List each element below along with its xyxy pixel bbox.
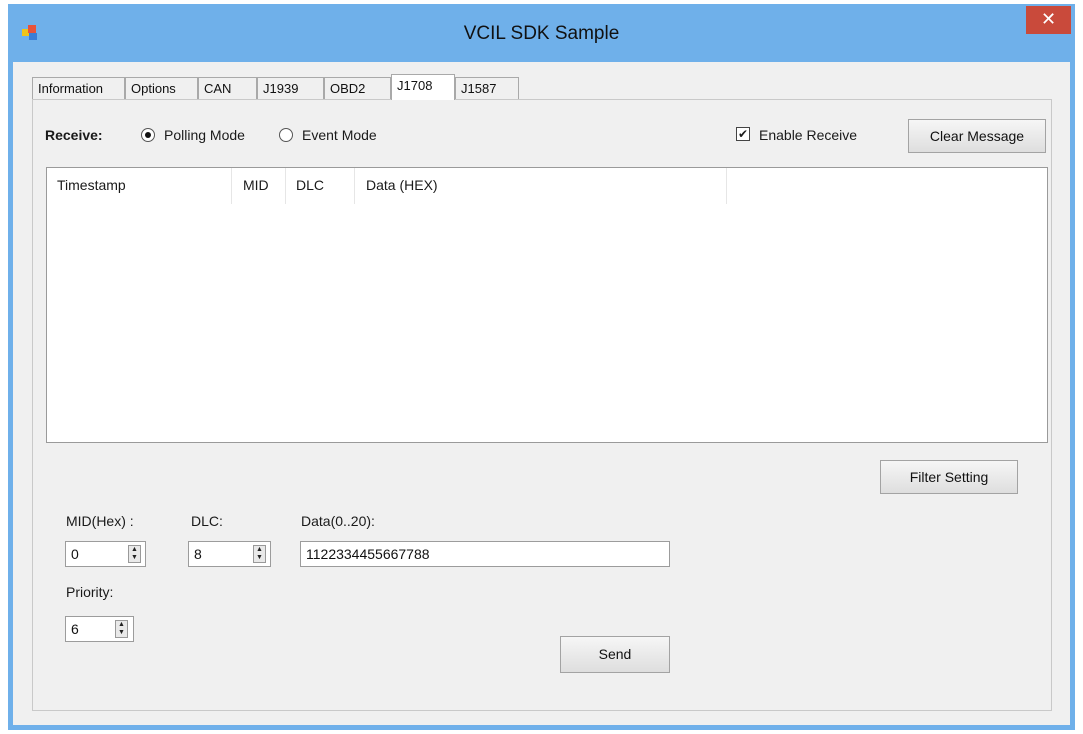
clear-message-button[interactable]: Clear Message — [908, 119, 1046, 153]
dlc-label: DLC: — [191, 513, 223, 529]
spin-down-icon: ▼ — [131, 554, 138, 561]
column-mid[interactable]: MID — [243, 177, 269, 193]
enable-receive-label[interactable]: Enable Receive — [759, 127, 857, 143]
app-window: VCIL SDK Sample ✕ Information Options CA… — [8, 4, 1075, 730]
tab-j1708[interactable]: J1708 — [391, 74, 455, 100]
close-button[interactable]: ✕ — [1026, 6, 1071, 34]
mid-hex-value: 0 — [71, 546, 79, 562]
priority-spin-buttons[interactable]: ▲ ▼ — [115, 620, 128, 638]
column-timestamp[interactable]: Timestamp — [57, 177, 126, 193]
polling-mode-label[interactable]: Polling Mode — [164, 127, 245, 143]
list-header: Timestamp MID DLC Data (HEX) — [47, 168, 1047, 204]
dlc-spin-buttons[interactable]: ▲ ▼ — [253, 545, 266, 563]
priority-label: Priority: — [66, 584, 114, 600]
client-area: Information Options CAN J1939 OBD2 J1708… — [13, 62, 1070, 725]
tab-information[interactable]: Information — [32, 77, 125, 99]
enable-receive-checkbox[interactable]: ✔ — [736, 127, 750, 141]
radio-selected-dot — [145, 132, 151, 138]
tab-obd2[interactable]: OBD2 — [324, 77, 391, 99]
column-separator — [285, 168, 286, 204]
title-bar[interactable]: VCIL SDK Sample ✕ — [8, 4, 1075, 62]
window-title: VCIL SDK Sample — [463, 23, 620, 44]
tab-options[interactable]: Options — [125, 77, 198, 99]
mid-spin-buttons[interactable]: ▲ ▼ — [128, 545, 141, 563]
tab-j1587[interactable]: J1587 — [455, 77, 519, 99]
spin-down-icon: ▼ — [118, 629, 125, 636]
close-icon: ✕ — [1040, 9, 1057, 29]
send-button[interactable]: Send — [560, 636, 670, 673]
column-separator — [354, 168, 355, 204]
spin-up-icon: ▲ — [118, 621, 125, 628]
dlc-value: 8 — [194, 546, 202, 562]
spin-up-icon: ▲ — [131, 546, 138, 553]
column-dlc[interactable]: DLC — [296, 177, 324, 193]
dlc-stepper[interactable]: 8 ▲ ▼ — [188, 541, 271, 567]
tab-j1939[interactable]: J1939 — [257, 77, 324, 99]
spin-up-icon: ▲ — [256, 546, 263, 553]
data-input[interactable]: 1122334455667788 — [300, 541, 670, 567]
event-mode-label[interactable]: Event Mode — [302, 127, 377, 143]
message-list[interactable]: Timestamp MID DLC Data (HEX) — [46, 167, 1048, 443]
priority-stepper[interactable]: 6 ▲ ▼ — [65, 616, 134, 642]
spin-down-icon: ▼ — [256, 554, 263, 561]
column-separator — [231, 168, 232, 204]
column-separator — [726, 168, 727, 204]
checkmark-icon: ✔ — [737, 127, 749, 141]
tab-can[interactable]: CAN — [198, 77, 257, 99]
mid-hex-stepper[interactable]: 0 ▲ ▼ — [65, 541, 146, 567]
data-label: Data(0..20): — [301, 513, 375, 529]
event-mode-radio[interactable] — [279, 128, 293, 142]
filter-setting-button[interactable]: Filter Setting — [880, 460, 1018, 494]
mid-hex-label: MID(Hex) : — [66, 513, 134, 529]
receive-label: Receive: — [45, 127, 103, 143]
column-data-hex[interactable]: Data (HEX) — [366, 177, 438, 193]
priority-value: 6 — [71, 621, 79, 637]
polling-mode-radio[interactable] — [141, 128, 155, 142]
